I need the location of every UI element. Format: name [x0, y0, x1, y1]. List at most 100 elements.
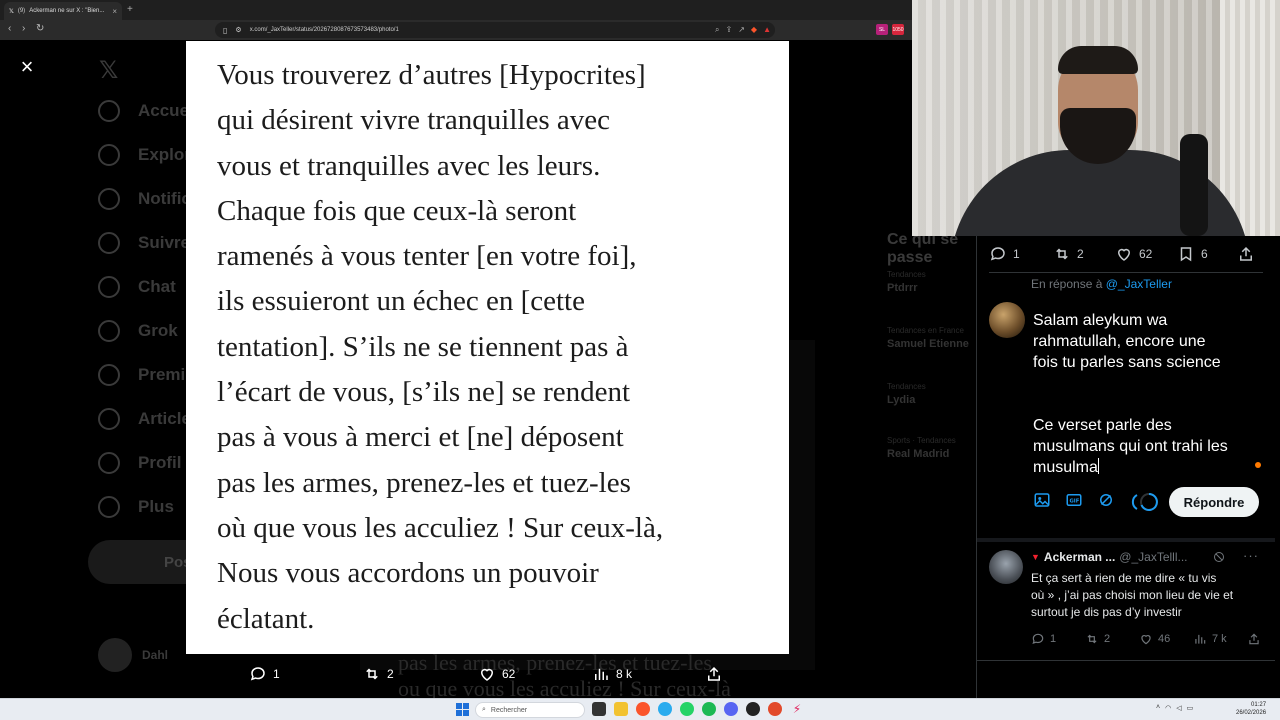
tweet-action-bar: 1 2 46 7 k — [1031, 632, 1261, 650]
brave-shield-icon[interactable]: ◆ — [751, 25, 757, 35]
repost-count-button[interactable]: 2 — [1053, 245, 1084, 263]
windows-start-icon[interactable] — [456, 703, 469, 716]
views-button[interactable]: 7 k — [1193, 632, 1227, 646]
share-button[interactable] — [1237, 245, 1255, 263]
like-button[interactable]: 62 — [478, 665, 515, 683]
obs-icon[interactable] — [746, 702, 760, 716]
discord-icon[interactable] — [724, 702, 738, 716]
taskbar: ⌕ Rechercher ⚡ ˄ ◠ ◁ ▭ 01:27 26/02/2026 — [0, 698, 1280, 720]
share-button[interactable] — [1247, 632, 1261, 646]
views-button[interactable]: 8 k — [592, 665, 632, 683]
bolt-icon[interactable]: ⚡ — [790, 702, 804, 716]
mute-icon[interactable] — [1213, 551, 1225, 563]
reply-button[interactable]: 1 — [249, 665, 280, 683]
avatar — [98, 638, 132, 672]
trend-item: Tendances en France Samuel Etienne — [887, 326, 969, 350]
reply-submit-button[interactable]: Répondre — [1169, 487, 1259, 517]
people-icon — [98, 232, 120, 254]
avatar[interactable] — [989, 550, 1023, 584]
back-icon[interactable]: ‹ — [8, 23, 11, 34]
clock[interactable]: 01:27 26/02/2026 — [1236, 701, 1266, 717]
wifi-icon[interactable]: ◠ — [1165, 704, 1171, 712]
text-caret — [1097, 458, 1099, 474]
image-icon[interactable] — [1033, 491, 1051, 509]
extension-icon[interactable]: 1050 — [892, 24, 904, 35]
tweet-text: Et ça sert à rien de me dire « tu vis où… — [1031, 571, 1234, 619]
share-icon[interactable]: ⇪ — [726, 25, 733, 35]
premium-icon — [98, 364, 120, 386]
share-icon — [1240, 246, 1252, 261]
share-button[interactable] — [705, 665, 723, 683]
reply-button[interactable]: 1 — [1031, 632, 1056, 646]
brave-rewards-icon[interactable]: ▲ — [763, 25, 771, 35]
grok-enhance-icon[interactable] — [1097, 491, 1115, 509]
repost-button[interactable]: 2 — [363, 665, 394, 683]
whatsapp-icon[interactable] — [680, 702, 694, 716]
reply-count-button[interactable]: 1 — [989, 245, 1020, 263]
tab-title: Ackerman ne sur X : "Bien... — [29, 8, 105, 14]
reply-compose-input[interactable]: Salam aleykum wa rahmatullah, encore une… — [1033, 310, 1269, 478]
close-icon[interactable]: × — [16, 54, 38, 79]
author-handle[interactable]: @_JaxTelll... — [1119, 550, 1187, 564]
sidebar-item-grok: Grok — [98, 320, 178, 342]
sidebar-item-chat: Chat — [98, 276, 176, 298]
photo-action-bar: 1 2 62 8 k — [186, 662, 789, 688]
telegram-icon[interactable] — [658, 702, 672, 716]
character-count-ring — [1131, 493, 1158, 511]
file-explorer-icon[interactable] — [614, 702, 628, 716]
site-info-icon[interactable]: ⚙ — [235, 26, 241, 34]
views-icon — [595, 668, 608, 680]
like-count-button[interactable]: 62 — [1115, 245, 1152, 263]
address-bar[interactable]: ▯ ⚙ x.com/_JaxTeller/status/202672808767… — [215, 22, 775, 38]
brave-browser-icon[interactable] — [636, 702, 650, 716]
repost-icon — [366, 668, 378, 680]
spotify-icon[interactable] — [702, 702, 716, 716]
browser-nav-bar: ‹ › ↻ ▯ ⚙ x.com/_JaxTeller/status/202672… — [0, 20, 912, 40]
trend-item: Tendances Ptdrrr — [887, 270, 926, 294]
like-button[interactable]: 46 — [1139, 632, 1170, 646]
share-icon — [708, 666, 720, 681]
forward-icon[interactable]: › — [22, 23, 25, 34]
browser-tab[interactable]: 𝕏 (9) Ackerman ne sur X : "Bien... × — [4, 2, 122, 20]
reply-icon — [250, 667, 265, 681]
heart-icon — [1117, 248, 1131, 261]
microphone — [1180, 134, 1208, 236]
taskbar-search[interactable]: ⌕ Rechercher — [475, 702, 585, 718]
photo-text: Vous trouverez d’autres [Hypocrites] qui… — [217, 59, 664, 635]
tab-badge: (9) — [17, 8, 26, 14]
extension-icon[interactable]: SL — [876, 24, 888, 35]
bookmark-icon[interactable]: ▯ — [223, 26, 227, 35]
volume-icon[interactable]: ◁ — [1176, 704, 1181, 712]
reload-icon[interactable]: ↻ — [36, 23, 44, 34]
bell-icon — [98, 188, 120, 210]
zoom-icon[interactable]: ⌕ — [715, 25, 719, 35]
account-switcher: Dahl — [98, 638, 168, 672]
avatar[interactable] — [989, 302, 1025, 338]
bookmark-count-button[interactable]: 6 — [1177, 245, 1208, 263]
battery-icon[interactable]: ▭ — [1187, 704, 1194, 712]
task-view-icon[interactable] — [592, 702, 606, 716]
divider — [989, 272, 1263, 273]
reply-to-handle-link[interactable]: @_JaxTeller — [1106, 277, 1172, 291]
sidebar-item-profile: Profil — [98, 452, 181, 474]
app-icon[interactable] — [768, 702, 782, 716]
repost-button[interactable]: 2 — [1085, 632, 1110, 646]
more-options-icon[interactable]: ··· — [1243, 548, 1259, 563]
author-name[interactable]: Ackerman ... — [1044, 550, 1115, 564]
divider — [977, 660, 1275, 661]
new-tab-button[interactable]: + — [127, 4, 133, 15]
sidebar-item-follow: Suivre — [98, 232, 190, 254]
open-external-icon[interactable]: ↗ — [738, 25, 745, 35]
repost-icon — [1056, 248, 1068, 260]
gif-icon[interactable]: GIF — [1065, 491, 1083, 509]
article-icon — [98, 408, 120, 430]
system-tray: ˄ ◠ ◁ ▭ — [1156, 704, 1193, 712]
reply-icon — [990, 247, 1005, 261]
grok-icon — [98, 320, 120, 342]
tab-close-icon[interactable]: × — [112, 7, 117, 16]
share-icon — [1249, 633, 1259, 645]
tweet-header: ▼ Ackerman ... @_JaxTelll... — [1031, 550, 1188, 564]
chevron-up-icon[interactable]: ˄ — [1156, 704, 1160, 712]
bookmark-icon — [1180, 247, 1192, 262]
notification-dot — [1255, 462, 1261, 468]
